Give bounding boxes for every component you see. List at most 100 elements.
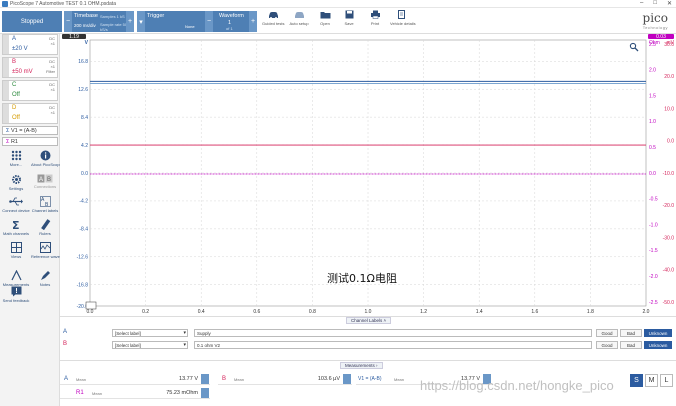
rulers-button[interactable]: Rulers: [31, 219, 59, 236]
x-tick-label: 1.4: [476, 309, 483, 315]
measurement-channel: B: [222, 376, 227, 382]
notes-label: Notes: [39, 282, 51, 287]
y-tick-label-r1: 0.5: [649, 145, 656, 151]
feedback-icon: [11, 286, 21, 297]
connections-button[interactable]: AB Connections: [31, 174, 59, 189]
scope-plot[interactable]: 0.0 0.2 0.4 0.6 0.8 1.0 1.2 1.4 1.6 1.8 2.0 16.8 12.…: [60, 34, 676, 316]
maximize-icon[interactable]: □: [653, 0, 657, 7]
channel-labels-tab[interactable]: Channel Labels ˄: [346, 317, 392, 324]
channel-c-name: C: [12, 82, 17, 88]
stopped-button[interactable]: Stopped: [2, 11, 62, 32]
y-tick-label-r1: -2.5: [649, 300, 658, 306]
waveform-control[interactable]: − Waveform 1 of 1 +: [205, 11, 257, 32]
channel-labels-icon: AB: [39, 196, 51, 207]
minimize-icon[interactable]: –: [640, 0, 643, 7]
sigma-icon: Σ: [6, 139, 10, 145]
waveform-next-button[interactable]: +: [249, 11, 257, 32]
math-channel-r1[interactable]: Σ R1: [2, 137, 58, 146]
measurements-tab[interactable]: Measurements ›: [340, 362, 383, 369]
delete-icon[interactable]: [343, 374, 351, 384]
y-tick-label-channel-b: 10.0: [664, 106, 674, 112]
channel-d-card[interactable]: D Off DC ×1: [2, 103, 58, 124]
math-channel-v1[interactable]: Σ V1 = (A-B): [2, 126, 58, 135]
y-tick-label-channel-a: -16.8: [77, 283, 89, 289]
delete-icon[interactable]: [201, 388, 209, 398]
guided-tests-button[interactable]: Guided tests: [262, 10, 284, 32]
measurement-icon: [10, 270, 22, 281]
channel-a-card[interactable]: A ±20 V DC ×1: [2, 34, 58, 55]
channel-d-side-bar[interactable]: [3, 104, 9, 123]
channel-label-b-select-value: [Select label]: [115, 343, 141, 348]
trigger-control[interactable]: ▾ Trigger None: [137, 11, 215, 32]
settings-label: Settings: [8, 186, 24, 191]
math-channel-r1-label: R1: [10, 139, 18, 145]
measurement-label: Mean: [76, 377, 87, 382]
y-tick-label-channel-a: 12.6: [78, 87, 88, 93]
measurement-b-mean[interactable]: B Mean 103.6 µV: [218, 373, 352, 385]
channel-b-bad-button[interactable]: Bad: [620, 341, 642, 349]
measurement-r1-mean[interactable]: R1 Mean 75.23 mOhm: [60, 387, 210, 399]
channel-b-side-bar[interactable]: [3, 58, 9, 77]
x-tick-label: 2.0: [643, 309, 650, 315]
scope-view[interactable]: 0.0 0.2 0.4 0.6 0.8 1.0 1.2 1.4 1.6 1.8 2.0 16.8 12.…: [60, 34, 676, 316]
y-tick-label-channel-a: -8.4: [79, 227, 88, 233]
size-small-button[interactable]: S: [630, 374, 643, 387]
channel-labels-button[interactable]: AB Channel labels: [31, 196, 59, 213]
connect-device-button[interactable]: Connect device: [2, 196, 30, 213]
timebase-label: Timebase: [74, 13, 98, 19]
channel-label-a-input[interactable]: Supply: [194, 329, 592, 337]
y-tick-label-channel-a: 0.0: [81, 171, 88, 177]
channel-label-b-select[interactable]: [Select label] ▾: [112, 341, 188, 349]
car-icon: [268, 12, 278, 19]
notes-button[interactable]: Notes: [31, 270, 59, 287]
y-tick-label-channel-b: -40.0: [663, 268, 675, 274]
settings-button[interactable]: Settings: [2, 174, 30, 191]
chevron-down-icon: ▾: [183, 342, 186, 348]
trigger-side-button[interactable]: ▾: [137, 11, 145, 32]
trigger-label: Trigger: [147, 13, 165, 19]
about-button[interactable]: About PicoScope 7: [31, 150, 65, 167]
size-large-button[interactable]: L: [660, 374, 673, 387]
x-tick-label: 1.0: [365, 309, 372, 315]
send-feedback-button[interactable]: Send feedback: [2, 286, 30, 303]
channel-a-good-button[interactable]: Good: [596, 329, 618, 337]
auto-setup-button[interactable]: Auto setup: [288, 10, 310, 32]
measurements-button[interactable]: Measurements: [2, 270, 30, 287]
channel-label-row-a: A [Select label] ▾ Supply Good Bad Unkno…: [60, 328, 676, 338]
print-button[interactable]: Print: [364, 10, 386, 32]
window-title: PicoScope 7 Automotive TEST 0.1 OHM.psda…: [10, 1, 116, 7]
measurement-label: Mean: [234, 377, 245, 382]
reference-icon: [39, 242, 51, 253]
open-button[interactable]: Open: [314, 10, 336, 32]
timebase-control[interactable]: − Timebase 200 ms/div Samples 1 kS Sampl…: [64, 11, 134, 32]
math-channels-button[interactable]: Σ Math channels: [2, 219, 30, 236]
measurement-a-mean[interactable]: A Mean 13.77 V: [60, 373, 210, 385]
reference-waveforms-button[interactable]: Reference waveforms: [31, 242, 70, 259]
more-button[interactable]: More...: [2, 150, 30, 167]
channel-a-unknown-button[interactable]: Unknown: [644, 329, 672, 337]
vehicle-details-button[interactable]: Vehicle details: [390, 10, 416, 32]
timebase-plus-button[interactable]: +: [126, 11, 134, 32]
channel-label-b-channel: B: [63, 341, 68, 347]
channel-c-card[interactable]: C Off DC ×1: [2, 80, 58, 101]
views-button[interactable]: Views: [2, 242, 30, 259]
close-icon[interactable]: ✕: [667, 0, 672, 7]
channel-b-unknown-button[interactable]: Unknown: [644, 341, 672, 349]
measurement-value: 13.77 V: [179, 376, 198, 382]
channel-b-card[interactable]: B ±50 mV DC ×1 Filter: [2, 57, 58, 78]
connections-label: Connections: [33, 184, 57, 189]
channel-b-good-button[interactable]: Good: [596, 341, 618, 349]
measurement-channel: A: [64, 376, 69, 382]
channel-label-a-select[interactable]: [Select label] ▾: [112, 329, 188, 337]
app-icon: [2, 1, 8, 7]
channel-a-bad-button[interactable]: Bad: [620, 329, 642, 337]
channel-a-side-bar[interactable]: [3, 35, 9, 54]
timebase-minus-button[interactable]: −: [64, 11, 72, 32]
waveform-prev-button[interactable]: −: [205, 11, 213, 32]
channel-c-side-bar[interactable]: [3, 81, 9, 100]
save-button[interactable]: Save: [338, 10, 360, 32]
delete-icon[interactable]: [201, 374, 209, 384]
size-medium-button[interactable]: M: [645, 374, 658, 387]
channel-label-b-input[interactable]: 0.1 ohm V2: [194, 341, 592, 349]
channel-d-name: D: [12, 105, 17, 111]
